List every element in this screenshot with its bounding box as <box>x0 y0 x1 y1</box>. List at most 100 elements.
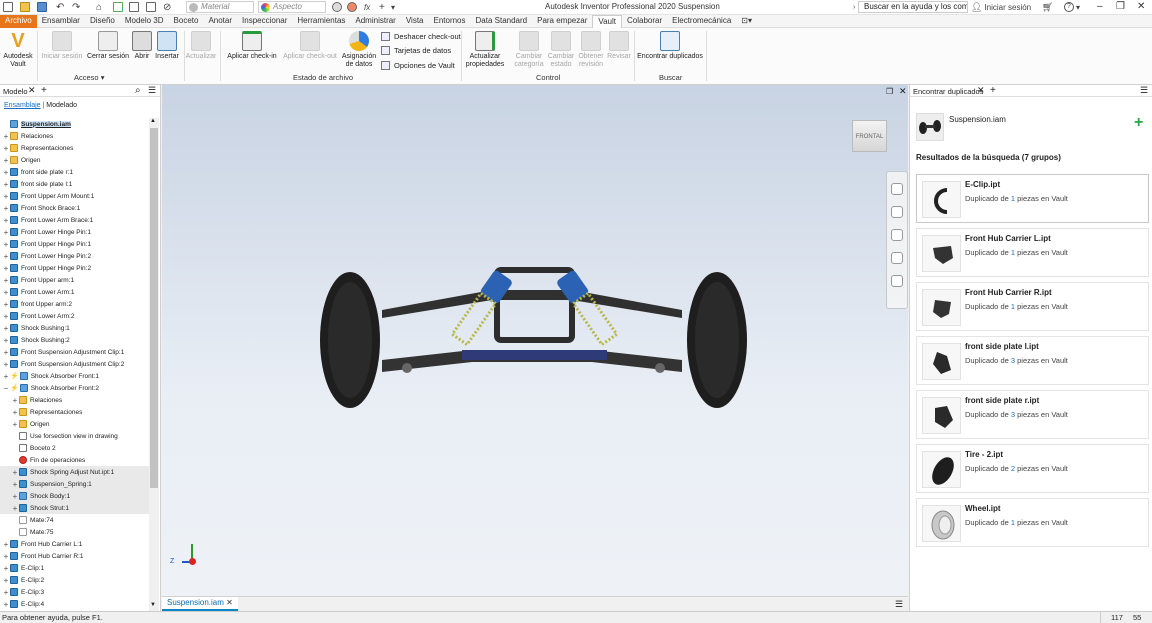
result-card[interactable]: Tire - 2.ipt Duplicado de 2 piezas en Vau… <box>916 444 1149 493</box>
tree-row[interactable]: + Front Suspension Adjustment Clip:2 <box>0 358 149 370</box>
scroll-up-icon[interactable]: ▲ <box>150 118 156 124</box>
home-icon[interactable]: ⌂ <box>96 1 102 13</box>
aplicar-checkout-button[interactable]: Aplicar check-out <box>281 31 339 61</box>
tab-electromecánica[interactable]: Electromecánica <box>667 15 736 28</box>
expand-icon[interactable]: + <box>2 360 10 369</box>
tree-row[interactable]: + Shock Bushing:2 <box>0 334 149 346</box>
expand-icon[interactable]: + <box>2 324 10 333</box>
measure-icon[interactable] <box>146 1 158 13</box>
expand-icon[interactable]: + <box>2 336 10 345</box>
expand-icon[interactable]: + <box>2 552 10 561</box>
close-icon[interactable]: ✕ <box>1137 1 1145 12</box>
tree-row[interactable]: + Front Upper Hinge Pin:2 <box>0 262 149 274</box>
tree-row[interactable]: + Front Lower Arm:1 <box>0 286 149 298</box>
expand-icon[interactable]: + <box>11 396 19 405</box>
tree-row[interactable]: − ⚡ Shock Absorber Front:2 <box>0 382 149 394</box>
result-card[interactable]: Front Hub Carrier L.ipt Duplicado de 1 pi… <box>916 228 1149 277</box>
tab-entornos[interactable]: Entornos <box>428 15 470 28</box>
expand-icon[interactable]: + <box>2 132 10 141</box>
tab-archivo[interactable]: Archivo <box>0 15 37 28</box>
menu-icon[interactable]: ☰ <box>148 85 156 96</box>
expand-icon[interactable]: + <box>2 168 10 177</box>
expand-icon[interactable]: + <box>2 300 10 309</box>
tree-row[interactable]: + Front Upper arm:1 <box>0 274 149 286</box>
tree-row[interactable]: + Front Lower Arm:2 <box>0 310 149 322</box>
tree-row[interactable]: + Shock Strut:1 <box>0 502 149 514</box>
steering-wheel-icon[interactable] <box>891 183 903 195</box>
dup-count[interactable]: 1 <box>1011 248 1015 257</box>
tab-modelo-3d[interactable]: Modelo 3D <box>120 15 169 28</box>
tree-row[interactable]: + Relaciones <box>0 394 149 406</box>
scroll-thumb[interactable] <box>150 128 158 488</box>
close-browser-icon[interactable]: ✕ <box>28 85 36 96</box>
tree-row[interactable]: + E-Clip:1 <box>0 562 149 574</box>
tab-herramientas[interactable]: Herramientas <box>292 15 350 28</box>
close-tab-icon[interactable]: ✕ <box>226 598 233 607</box>
tree-row[interactable]: Use forsection view in drawing <box>0 430 149 442</box>
tab-inspeccionar[interactable]: Inspeccionar <box>237 15 292 28</box>
tree-row[interactable]: + Front Upper Hinge Pin:1 <box>0 238 149 250</box>
tab-modelado[interactable]: Modelado <box>46 102 77 109</box>
tree-row[interactable]: Mate:75 <box>0 526 149 538</box>
tree-row[interactable]: + ⚡ Shock Absorber Front:1 <box>0 370 149 382</box>
expand-icon[interactable]: + <box>2 348 10 357</box>
expand-icon[interactable]: + <box>2 192 10 201</box>
tree-row[interactable]: + front side plate l:1 <box>0 178 149 190</box>
expand-icon[interactable]: + <box>2 540 10 549</box>
expand-icon[interactable]: + <box>11 492 19 501</box>
chevron-right-icon[interactable]: › <box>853 1 855 13</box>
save-icon[interactable] <box>37 1 49 13</box>
result-card[interactable]: front side plate r.ipt Duplicado de 3 pie… <box>916 390 1149 439</box>
result-card[interactable]: Wheel.ipt Duplicado de 1 piezas en Vault <box>916 498 1149 547</box>
customize-icon[interactable]: ▾ <box>391 1 395 13</box>
tab-ensamblar[interactable]: Ensamblar <box>37 15 85 28</box>
tree-row[interactable]: + Front Hub Carrier R:1 <box>0 550 149 562</box>
tree-row[interactable]: + Front Lower Hinge Pin:1 <box>0 226 149 238</box>
tree-row[interactable]: + Relaciones <box>0 130 149 142</box>
panel-menu-icon[interactable]: ☰ <box>1140 85 1148 96</box>
encontrar-duplicados-button[interactable]: Encontrar duplicados <box>636 31 704 61</box>
new-icon[interactable] <box>3 1 15 13</box>
asignacion-datos-button[interactable]: Asignación de datos <box>340 31 378 69</box>
minimize-icon[interactable]: – <box>1097 1 1103 12</box>
cambiar-estado-button[interactable]: Cambiar estado <box>546 31 576 69</box>
tab-administrar[interactable]: Administrar <box>350 15 400 28</box>
actualizar-propiedades-button[interactable]: Actualizar propiedades <box>463 31 507 69</box>
expand-icon[interactable]: − <box>2 384 10 393</box>
tree-row[interactable]: + Front Lower Hinge Pin:2 <box>0 250 149 262</box>
tree-row[interactable]: + Representaciones <box>0 406 149 418</box>
tab-para-empezar[interactable]: Para empezar <box>532 15 592 28</box>
expand-icon[interactable]: + <box>2 228 10 237</box>
parameters-icon[interactable]: fx <box>364 1 370 13</box>
add-panel-icon[interactable]: + <box>990 85 996 96</box>
expand-icon[interactable]: + <box>2 204 10 213</box>
tab-data-standard[interactable]: Data Standard <box>471 15 533 28</box>
expand-icon[interactable]: + <box>11 420 19 429</box>
deshacer-checkout-button[interactable]: Deshacer check-out <box>381 32 461 41</box>
opciones-vault-button[interactable]: Opciones de Vault <box>381 61 455 70</box>
material-combo[interactable]: Material <box>186 1 254 13</box>
tab-colaborar[interactable]: Colaborar <box>622 15 667 28</box>
clear-appearance-icon[interactable] <box>332 1 344 13</box>
result-card[interactable]: Front Hub Carrier R.ipt Duplicado de 1 pi… <box>916 282 1149 331</box>
autodesk-vault-button[interactable]: V Autodesk Vault <box>2 31 34 69</box>
expand-icon[interactable]: + <box>2 588 10 597</box>
document-tab[interactable]: Suspension.iam ✕ <box>162 597 238 611</box>
tree-row[interactable]: + Shock Body:1 <box>0 490 149 502</box>
cart-icon[interactable]: 🛒︎ <box>1042 1 1053 13</box>
dup-count[interactable]: 1 <box>1011 518 1015 527</box>
dup-count[interactable]: 1 <box>1011 302 1015 311</box>
obtener-revision-button[interactable]: Obtener revisión <box>576 31 606 69</box>
help-button[interactable]: ? ▾ <box>1064 1 1080 13</box>
tree-row[interactable]: Suspension.iam <box>0 118 149 130</box>
zoom-icon[interactable] <box>891 229 903 241</box>
expand-icon[interactable]: + <box>2 144 10 153</box>
scroll-down-icon[interactable]: ▼ <box>150 602 156 608</box>
aplicar-checkin-button[interactable]: Aplicar check-in <box>224 31 280 61</box>
expand-icon[interactable]: + <box>11 468 19 477</box>
tree-row[interactable]: + Suspension_Spring:1 <box>0 478 149 490</box>
tabs-menu-icon[interactable]: ☰ <box>895 599 903 610</box>
tree-row[interactable]: + Front Hub Carrier L:1 <box>0 538 149 550</box>
expand-icon[interactable]: + <box>2 252 10 261</box>
tab-options-icon[interactable]: ⊡▾ <box>736 15 757 28</box>
